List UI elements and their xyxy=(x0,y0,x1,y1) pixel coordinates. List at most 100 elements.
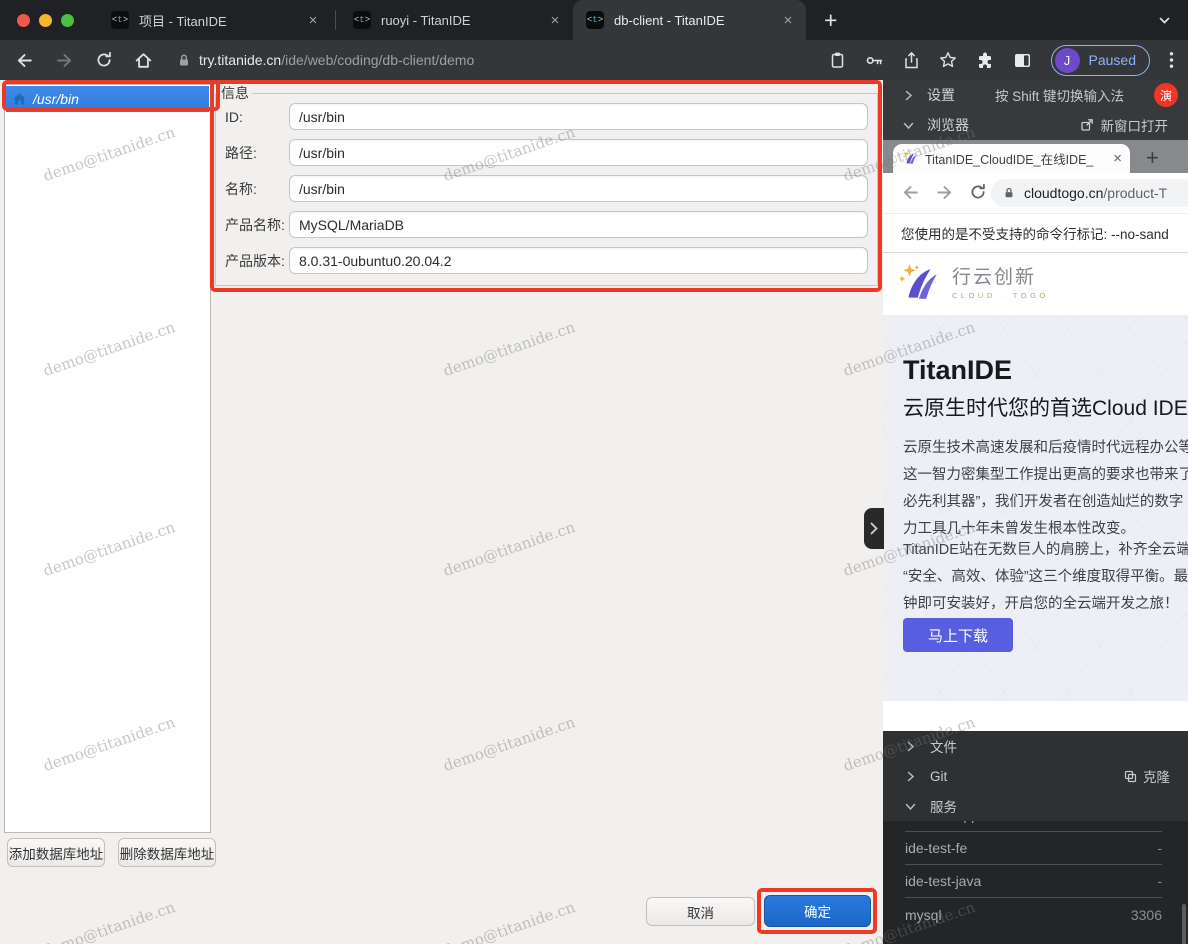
back-icon[interactable] xyxy=(901,183,920,202)
embedded-address-bar[interactable]: cloudtogo.cn/product-T xyxy=(991,179,1188,207)
tab-title: ruoyi - TitanIDE xyxy=(381,13,545,28)
form-row: ID: xyxy=(225,103,868,130)
service-row[interactable]: ide-test-app-v1 - xyxy=(905,821,1162,832)
hero-paragraph-2: TitanIDE站在无数巨人的肩膀上，补齐全云端 “安全、高效、体验”这三个维度… xyxy=(903,537,1188,618)
id-label: ID: xyxy=(225,109,289,125)
browser-label: 浏览器 xyxy=(927,115,969,135)
cloudtogo-bird-icon xyxy=(899,263,941,305)
tab-title: 项目 - TitanIDE xyxy=(139,11,303,30)
form-row: 产品名称: xyxy=(225,211,868,238)
service-row[interactable]: mysql 3306 xyxy=(905,898,1162,931)
close-tab-icon[interactable]: × xyxy=(778,12,798,29)
form-row: 产品版本: xyxy=(225,247,868,274)
services-section-header[interactable]: 服务 xyxy=(883,791,1188,821)
embedded-toolbar: cloudtogo.cn/product-T xyxy=(883,173,1188,213)
product-version-label: 产品版本: xyxy=(225,251,289,271)
tab-search-chevron-icon[interactable] xyxy=(1157,13,1172,28)
tab-strip: <t> 项目 - TitanIDE × <t> ruoyi - TitanIDE… xyxy=(0,0,1188,40)
close-tab-icon[interactable]: × xyxy=(303,12,323,29)
embedded-tab-strip: TitanIDE_CloudIDE_在线IDE_ × + xyxy=(883,140,1188,173)
ide-side-panel: 设置 按 Shift 键切换输入法 演 浏览器 新窗口打开 xyxy=(883,80,1188,944)
cancel-button[interactable]: 取消 xyxy=(646,897,755,926)
name-field[interactable] xyxy=(289,175,868,202)
name-label: 名称: xyxy=(225,179,289,199)
tab-separator xyxy=(335,10,336,30)
service-row[interactable]: ide-test-java - xyxy=(905,865,1162,898)
chevron-right-icon xyxy=(905,741,916,752)
ok-button[interactable]: 确定 xyxy=(764,895,871,927)
files-section-header[interactable]: 文件 xyxy=(883,731,1188,761)
remove-database-button[interactable]: 删除数据库地址 xyxy=(118,838,216,867)
id-field[interactable] xyxy=(289,103,868,130)
bookmark-star-icon[interactable] xyxy=(939,51,957,69)
browser-section-header[interactable]: 浏览器 新窗口打开 xyxy=(883,110,1188,140)
traffic-lights xyxy=(17,14,74,27)
tab-ruoyi[interactable]: <t> ruoyi - TitanIDE × xyxy=(340,0,573,40)
reload-icon[interactable] xyxy=(95,51,113,69)
address-bar[interactable]: try.titanide.cn/ide/web/coding/db-client… xyxy=(199,52,474,68)
profile-paused-badge[interactable]: J Paused xyxy=(1051,45,1150,76)
titanide-favicon-icon: <t> xyxy=(111,11,129,29)
open-new-window-button[interactable]: 新窗口打开 xyxy=(1080,115,1169,135)
form-row: 名称: xyxy=(225,175,868,202)
back-icon[interactable] xyxy=(15,51,34,70)
product-name-label: 产品名称: xyxy=(225,215,289,235)
ime-hint-text: 按 Shift 键切换输入法 xyxy=(995,85,1124,105)
extensions-puzzle-icon[interactable] xyxy=(976,51,994,69)
close-window-button[interactable] xyxy=(17,14,30,27)
demo-badge[interactable]: 演 xyxy=(1154,83,1178,107)
reload-icon[interactable] xyxy=(969,183,987,201)
database-item-label: /usr/bin xyxy=(33,91,79,107)
add-database-button[interactable]: 添加数据库地址 xyxy=(7,838,105,867)
hero-subtitle: 云原生时代您的首选Cloud IDE xyxy=(903,392,1188,422)
service-row[interactable]: ide-test-fe - xyxy=(905,832,1162,865)
paused-label: Paused xyxy=(1089,52,1136,68)
path-field[interactable] xyxy=(289,139,868,166)
panel-collapse-handle[interactable] xyxy=(864,508,884,549)
hero-title: TitanIDE xyxy=(903,355,1012,386)
chevron-down-icon xyxy=(905,801,916,812)
new-tab-button[interactable]: + xyxy=(824,9,837,32)
forward-icon[interactable] xyxy=(935,183,954,202)
side-panel-icon[interactable] xyxy=(1013,52,1032,69)
download-button[interactable]: 马上下载 xyxy=(903,618,1013,652)
maximize-window-button[interactable] xyxy=(61,14,74,27)
forward-icon[interactable] xyxy=(55,51,74,70)
product-name-field[interactable] xyxy=(289,211,868,238)
embedded-tab[interactable]: TitanIDE_CloudIDE_在线IDE_ × xyxy=(893,144,1130,173)
menu-dots-icon[interactable] xyxy=(1169,51,1174,69)
chevron-down-icon xyxy=(903,120,914,131)
git-section-header[interactable]: Git 克隆 xyxy=(883,761,1188,791)
tab-project[interactable]: <t> 项目 - TitanIDE × xyxy=(98,0,331,40)
cloudtogo-favicon-icon xyxy=(903,151,918,166)
info-fieldset: 信息 ID: 路径: 名称: 产品名称: 产品版本: xyxy=(215,83,878,286)
share-icon[interactable] xyxy=(903,51,920,70)
panel-scrollbar[interactable] xyxy=(1182,904,1186,944)
cloudtogo-logo: 行云创新 CLOUD · TOGO xyxy=(883,253,1188,315)
avatar: J xyxy=(1055,48,1080,73)
key-icon[interactable] xyxy=(865,52,884,69)
close-tab-icon[interactable]: × xyxy=(545,12,565,29)
git-clone-button[interactable]: 克隆 xyxy=(1124,766,1170,786)
settings-label: 设置 xyxy=(927,85,955,105)
titanide-favicon-icon: <t> xyxy=(586,11,604,29)
chevron-right-icon xyxy=(905,771,916,782)
lock-icon[interactable] xyxy=(177,53,191,68)
hero-section: TitanIDE 云原生时代您的首选Cloud IDE 云原生技术高速发展和后疫… xyxy=(883,315,1188,701)
embedded-new-tab-button[interactable]: + xyxy=(1146,147,1159,169)
home-icon[interactable] xyxy=(134,51,153,70)
path-label: 路径: xyxy=(225,143,289,163)
logo-text-cn: 行云创新 xyxy=(952,268,1049,289)
clipboard-icon[interactable] xyxy=(829,51,846,69)
page-white-strip xyxy=(883,701,1188,731)
tab-db-client[interactable]: <t> db-client - TitanIDE × xyxy=(573,0,806,40)
embedded-tab-title: TitanIDE_CloudIDE_在线IDE_ xyxy=(925,149,1106,168)
hero-paragraph-1: 云原生技术高速发展和后疫情时代远程办公等 这一智力密集型工作提出更高的要求也带来… xyxy=(903,435,1188,543)
database-item-usr-bin[interactable]: /usr/bin xyxy=(6,86,209,112)
close-tab-icon[interactable]: × xyxy=(1113,150,1122,167)
minimize-window-button[interactable] xyxy=(39,14,52,27)
settings-section-header[interactable]: 设置 按 Shift 键切换输入法 演 xyxy=(883,80,1188,110)
browser-chrome: <t> 项目 - TitanIDE × <t> ruoyi - TitanIDE… xyxy=(0,0,1188,80)
chevron-right-icon xyxy=(870,522,878,535)
product-version-field[interactable] xyxy=(289,247,868,274)
